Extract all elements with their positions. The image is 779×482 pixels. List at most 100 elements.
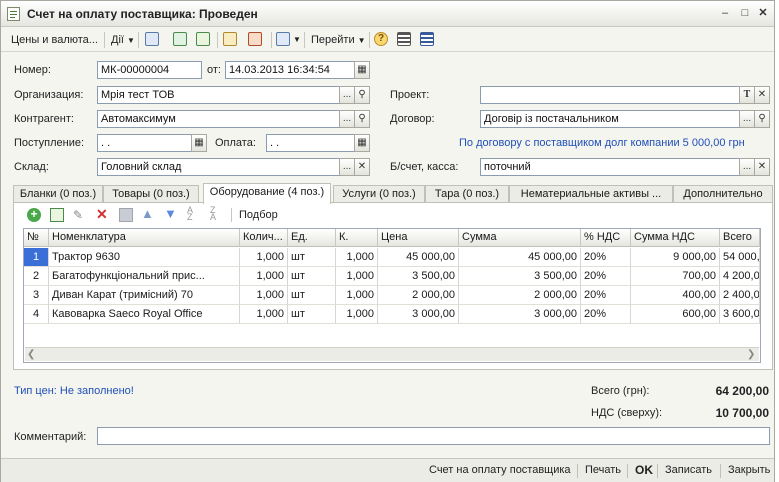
row-number-cell[interactable]: 2: [24, 267, 49, 286]
refresh-icon[interactable]: [173, 32, 187, 46]
move-up-icon[interactable]: ▲: [141, 207, 155, 221]
comment-field[interactable]: [97, 427, 770, 445]
table-cell[interactable]: 1,000: [336, 267, 378, 286]
table-cell[interactable]: 3 000,00: [459, 305, 581, 324]
sort-desc-icon[interactable]: ZA: [210, 206, 224, 222]
date-field[interactable]: 14.03.2013 16:34:54: [225, 61, 355, 79]
table-cell[interactable]: 45 000,00: [459, 248, 581, 267]
tab-goods[interactable]: Товары (0 поз.): [103, 185, 199, 203]
horizontal-scrollbar[interactable]: ❮ ❯: [25, 347, 759, 361]
clear-icon[interactable]: ✕: [354, 158, 370, 176]
enter-based-icon[interactable]: [276, 32, 290, 46]
column-header[interactable]: Сумма: [459, 229, 581, 247]
table-row[interactable]: 4 Кавоварка Saeco Royal Office 1,000 шт 1,00…: [24, 305, 760, 324]
table-cell[interactable]: 1,000: [240, 248, 288, 267]
calendar-icon[interactable]: ▦: [191, 134, 207, 152]
table-row[interactable]: 2 Багатофункціональний прис... 1,000 шт 1,00…: [24, 267, 760, 286]
select-ellipsis-icon[interactable]: ...: [339, 158, 355, 176]
tab-services[interactable]: Услуги (0 поз.): [333, 185, 425, 203]
table-cell[interactable]: 1,000: [240, 267, 288, 286]
list-settings-icon[interactable]: [420, 32, 434, 46]
table-cell[interactable]: 20%: [581, 267, 631, 286]
delete-row-icon[interactable]: ✕: [96, 207, 110, 221]
table-cell[interactable]: 4 200,00: [720, 267, 760, 286]
restore-icon[interactable]: □: [737, 6, 753, 21]
column-header[interactable]: Номенклатура: [49, 229, 240, 247]
column-header[interactable]: №: [24, 229, 49, 247]
table-cell[interactable]: 1,000: [336, 286, 378, 305]
table-cell[interactable]: шт: [288, 305, 336, 324]
column-header[interactable]: К.: [336, 229, 378, 247]
prices-currency-button[interactable]: Цены и валюта...: [11, 32, 98, 48]
scroll-right-icon[interactable]: ❯: [747, 349, 755, 360]
tab-additional[interactable]: Дополнительно: [673, 185, 773, 203]
select-ellipsis-icon[interactable]: ...: [339, 86, 355, 104]
row-number-cell[interactable]: 1: [24, 248, 49, 267]
close-button[interactable]: Закрыть: [728, 464, 770, 476]
select-items-button[interactable]: Подбор: [239, 209, 278, 221]
project-field[interactable]: [480, 86, 740, 104]
sort-asc-icon[interactable]: AZ: [187, 206, 201, 222]
number-field[interactable]: МК-00000004: [97, 61, 202, 79]
table-cell[interactable]: Багатофункціональний прис...: [49, 267, 240, 286]
copy-row-icon[interactable]: [50, 208, 64, 222]
chevron-down-icon[interactable]: ▼: [293, 32, 301, 48]
table-cell[interactable]: 1,000: [240, 286, 288, 305]
new-doc-icon[interactable]: [196, 32, 210, 46]
table-cell[interactable]: 45 000,00: [378, 248, 459, 267]
search-icon[interactable]: ⚲: [754, 110, 770, 128]
column-header[interactable]: Ед.: [288, 229, 336, 247]
table-cell[interactable]: 1,000: [240, 305, 288, 324]
column-header[interactable]: Сумма НДС: [631, 229, 720, 247]
scroll-left-icon[interactable]: ❮: [27, 349, 35, 360]
copy-doc-icon[interactable]: [145, 32, 159, 46]
table-cell[interactable]: 600,00: [631, 305, 720, 324]
table-cell[interactable]: 20%: [581, 286, 631, 305]
table-cell[interactable]: 3 500,00: [378, 267, 459, 286]
save-button[interactable]: Записать: [665, 464, 712, 476]
edit-row-icon[interactable]: ✎: [73, 208, 87, 222]
select-ellipsis-icon[interactable]: ...: [739, 158, 755, 176]
payment-date-field[interactable]: . .: [266, 134, 356, 152]
account-field[interactable]: поточний: [480, 158, 740, 176]
clear-icon[interactable]: ✕: [754, 158, 770, 176]
table-cell[interactable]: 400,00: [631, 286, 720, 305]
table-cell[interactable]: 2 000,00: [459, 286, 581, 305]
post-doc-icon[interactable]: [223, 32, 237, 46]
table-row[interactable]: 1 Трактор 9630 1,000 шт 1,000 45 000,00 45 000…: [24, 248, 760, 267]
minimize-icon[interactable]: –: [717, 6, 733, 21]
calendar-icon[interactable]: ▦: [354, 134, 370, 152]
table-cell[interactable]: 1,000: [336, 305, 378, 324]
organization-field[interactable]: Мрія тест ТОВ: [97, 86, 340, 104]
clear-icon[interactable]: ✕: [754, 86, 770, 104]
unpost-doc-icon[interactable]: [248, 32, 262, 46]
table-cell[interactable]: 3 000,00: [378, 305, 459, 324]
help-icon[interactable]: ?: [374, 32, 388, 46]
table-cell[interactable]: Кавоварка Saeco Royal Office: [49, 305, 240, 324]
row-number-cell[interactable]: 3: [24, 286, 49, 305]
table-cell[interactable]: Трактор 9630: [49, 248, 240, 267]
table-row[interactable]: 3 Диван Карат (тримісний) 70 1,000 шт 1,000 2…: [24, 286, 760, 305]
tab-equipment[interactable]: Оборудование (4 поз.): [203, 183, 331, 204]
table-cell[interactable]: 2 000,00: [378, 286, 459, 305]
close-icon[interactable]: ✕: [755, 6, 771, 21]
column-header[interactable]: % НДС: [581, 229, 631, 247]
ok-button[interactable]: OK: [635, 463, 653, 477]
add-row-icon[interactable]: +: [27, 208, 41, 222]
tab-intangible-assets[interactable]: Нематериальные активы ...: [509, 185, 673, 203]
row-number-cell[interactable]: 4: [24, 305, 49, 324]
calendar-icon[interactable]: ▦: [354, 61, 370, 79]
table-cell[interactable]: 54 000,00: [720, 248, 760, 267]
table-cell[interactable]: 700,00: [631, 267, 720, 286]
tab-packaging[interactable]: Тара (0 поз.): [425, 185, 509, 203]
table-cell[interactable]: 20%: [581, 248, 631, 267]
contract-field[interactable]: Договір із постачальником: [480, 110, 740, 128]
contractor-field[interactable]: Автомаксимум: [97, 110, 340, 128]
contract-debt-link[interactable]: По договору с поставщиком долг компании …: [459, 137, 745, 149]
tab-blanks[interactable]: Бланки (0 поз.): [13, 185, 103, 203]
table-cell[interactable]: шт: [288, 286, 336, 305]
price-type-link[interactable]: Тип цен: Не заполнено!: [14, 385, 134, 397]
goto-menu-button[interactable]: Перейти ▼: [311, 32, 366, 48]
select-ellipsis-icon[interactable]: ...: [739, 110, 755, 128]
table-cell[interactable]: 1,000: [336, 248, 378, 267]
